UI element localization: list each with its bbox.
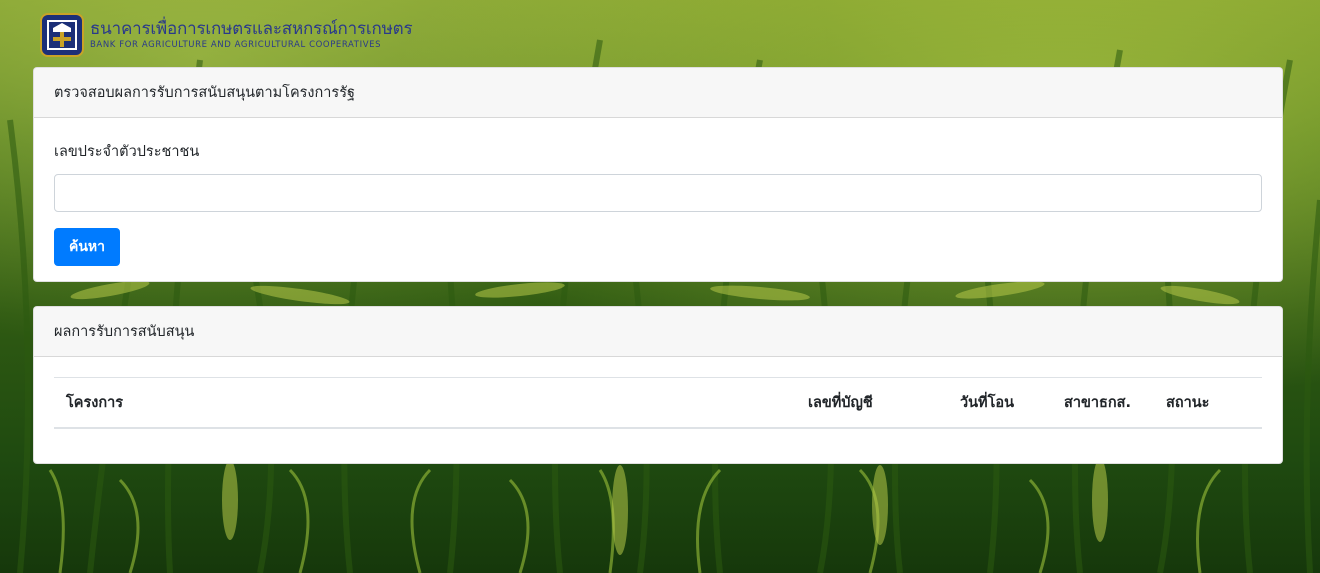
baac-logo-icon	[40, 13, 84, 57]
column-branch: สาขาธกส.	[1052, 377, 1154, 429]
search-button[interactable]: ค้นหา	[54, 228, 121, 266]
citizen-id-input[interactable]	[54, 174, 1262, 212]
site-header: ธนาคารเพื่อการเกษตรและสหกรณ์การเกษตร BAN…	[40, 11, 413, 59]
column-project: โครงการ	[54, 377, 796, 429]
citizen-id-label: เลขประจำตัวประชาชน	[54, 144, 200, 160]
column-transfer-date: วันที่โอน	[948, 377, 1052, 429]
column-account-number: เลขที่บัญชี	[796, 377, 948, 429]
results-card: ผลการรับการสนับสนุน โครงการ เลขที่บัญชี …	[33, 306, 1283, 464]
bank-name: ธนาคารเพื่อการเกษตรและสหกรณ์การเกษตร BAN…	[90, 18, 413, 50]
table-header-row: โครงการ เลขที่บัญชี วันที่โอน สาขาธกส. ส…	[54, 377, 1262, 429]
bank-name-thai: ธนาคารเพื่อการเกษตรและสหกรณ์การเกษตร	[90, 18, 413, 39]
search-form: เลขประจำตัวประชาชน ค้นหา	[34, 118, 1282, 281]
search-card: ตรวจสอบผลการรับการสนับสนุนตามโครงการรัฐ …	[33, 67, 1283, 282]
results-card-title: ผลการรับการสนับสนุน	[34, 307, 1282, 357]
column-status: สถานะ	[1154, 377, 1262, 429]
results-table: โครงการ เลขที่บัญชี วันที่โอน สาขาธกส. ส…	[54, 377, 1262, 429]
bank-name-english: BANK FOR AGRICULTURE AND AGRICULTURAL CO…	[90, 39, 382, 50]
search-card-title: ตรวจสอบผลการรับการสนับสนุนตามโครงการรัฐ	[34, 68, 1282, 118]
